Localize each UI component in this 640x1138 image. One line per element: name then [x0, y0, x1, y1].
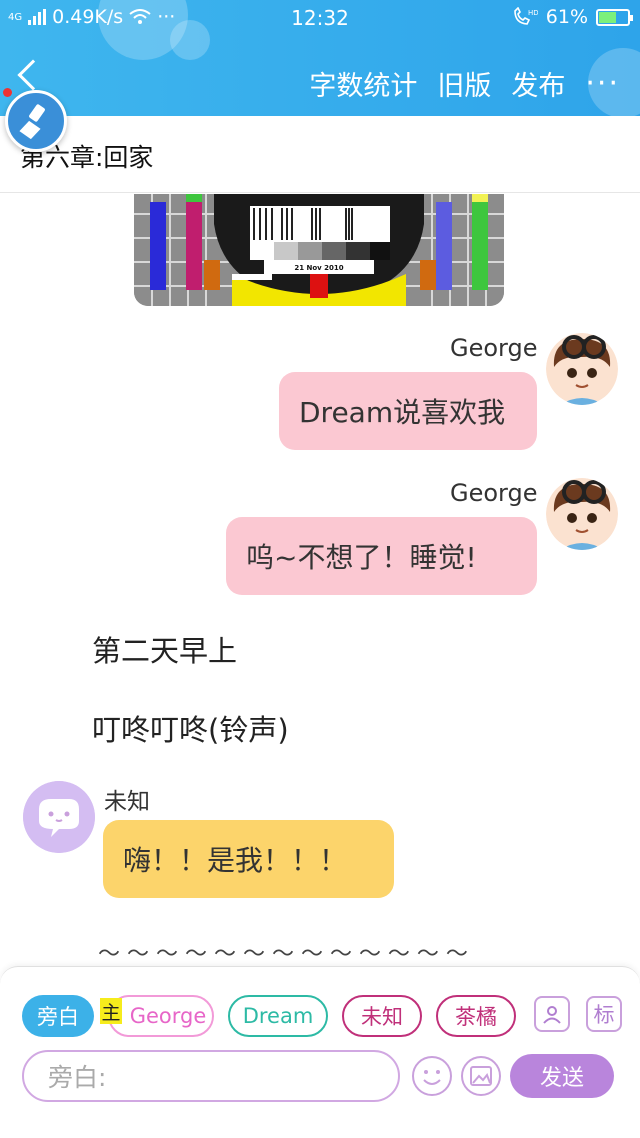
tag-button[interactable]: 标	[586, 996, 622, 1032]
sender-name: 未知	[104, 789, 150, 815]
emoji-icon[interactable]	[412, 1056, 452, 1096]
narration-text[interactable]: 叮咚叮咚(铃声)	[92, 707, 289, 749]
role-chip-dream[interactable]: Dream	[228, 995, 328, 1037]
narration-text[interactable]: 第二天早上	[92, 628, 237, 670]
george-avatar[interactable]	[546, 333, 618, 405]
hd-call-icon: HD	[513, 7, 538, 25]
role-chip-label: George	[129, 1004, 207, 1028]
role-chip-narrator[interactable]: 旁白	[22, 995, 94, 1037]
test-card-date: 21 Nov 2010	[294, 264, 343, 272]
word-count-button[interactable]: 字数统计	[309, 64, 417, 103]
test-card-image[interactable]: 21 Nov 2010	[134, 194, 504, 306]
old-version-button[interactable]: 旧版	[437, 64, 491, 103]
image-icon[interactable]	[461, 1056, 501, 1096]
chat-bubble[interactable]: 呜~不想了！睡觉!	[226, 517, 537, 595]
chat-bubble[interactable]: Dream说喜欢我	[279, 372, 537, 450]
back-button[interactable]	[17, 59, 49, 91]
notification-dot	[3, 88, 12, 97]
status-bar: 4G 0.49K/s ··· 12:32 HD 61%	[0, 0, 640, 34]
sender-name: George	[450, 334, 538, 362]
role-chip-chaju[interactable]: 茶橘	[436, 995, 516, 1037]
more-icon[interactable]: ···	[585, 68, 620, 98]
divider	[0, 192, 640, 193]
role-chip-george[interactable]: George	[108, 995, 214, 1037]
role-chip-unknown[interactable]: 未知	[342, 995, 422, 1037]
george-avatar[interactable]	[546, 478, 618, 550]
brush-icon[interactable]	[5, 90, 67, 152]
sender-name: George	[450, 479, 538, 507]
send-button[interactable]: 发送	[510, 1054, 614, 1098]
chat-bubble[interactable]: 嗨！！是我！！！	[103, 820, 394, 898]
battery-percent: 61%	[545, 6, 588, 28]
main-role-tag: 主	[100, 998, 122, 1024]
battery-icon	[596, 8, 633, 26]
app-header: 4G 0.49K/s ··· 12:32 HD 61% 字数统计 旧版 发布 ·…	[0, 0, 640, 116]
tilde-line[interactable]: ～ ～ ～ ～ ～ ～ ～ ～ ～ ～ ～ ～ ～	[98, 936, 468, 968]
unknown-avatar[interactable]	[23, 781, 95, 853]
hd-label: HD	[528, 9, 538, 17]
publish-button[interactable]: 发布	[511, 64, 565, 103]
message-input[interactable]: 旁白:	[22, 1050, 400, 1102]
role-manage-icon[interactable]	[534, 996, 570, 1032]
